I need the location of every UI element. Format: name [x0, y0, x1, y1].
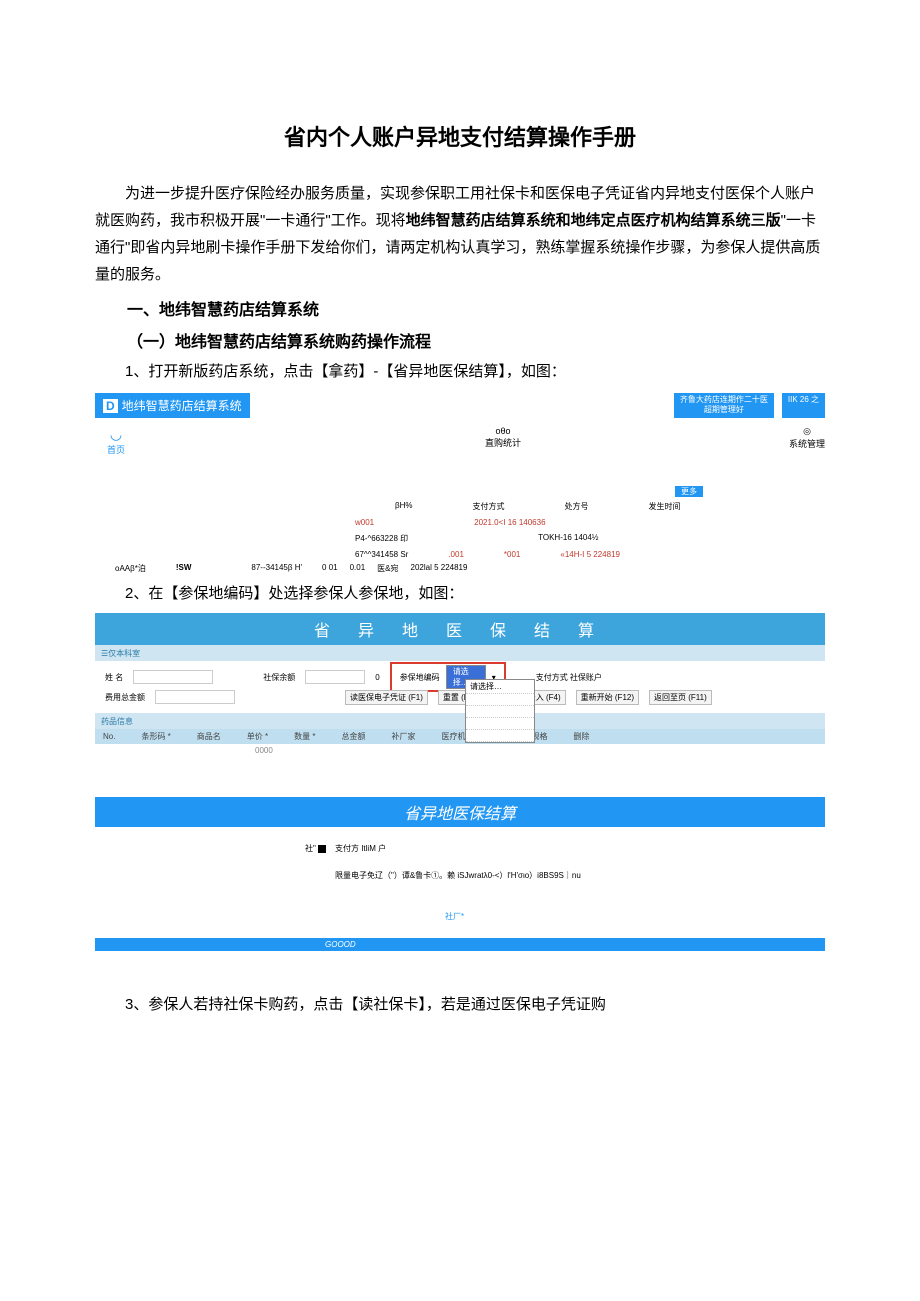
bar-label-2: 药品信息	[101, 716, 133, 727]
footer-bar: GOOOD	[95, 938, 825, 951]
form-row-1: 姓 名 社保余额 0 参保地编码 请选择… ▾ 支付方式 社保账户	[105, 667, 815, 687]
shop-info-line2: 超期管理好	[680, 405, 768, 415]
home-label: 首页	[107, 445, 125, 455]
col-name: 商品名	[197, 731, 221, 742]
screenshot-1: D 地纬智慧药店结算系统 齐鲁大药店连期作二十医 超期管理好 IIK 26 之 ◡…	[95, 393, 825, 574]
restart-button[interactable]: 重新开始 (F12)	[576, 690, 639, 705]
cell: 202lal 5 224819	[411, 563, 468, 574]
col-price: 单价 *	[247, 731, 268, 742]
hall-text: 社厂*	[445, 911, 825, 922]
section-bar-basic: ☰ 仅本科室	[95, 645, 825, 661]
step-2: 2、在【参保地编码】处选择参保人参保地，如图：	[95, 580, 825, 607]
insloc-option[interactable]	[466, 730, 534, 742]
bar-icon: ☰	[101, 649, 108, 658]
cell: w001	[355, 518, 374, 527]
col-time: 发生时间	[649, 501, 681, 512]
sysmgmt-label: 系统管理	[789, 437, 825, 450]
back-button[interactable]: 返回至页 (F11)	[649, 690, 712, 705]
doc-title: 省内个人账户异地支付结算操作手册	[95, 120, 825, 152]
cell: 医&宛	[377, 563, 398, 574]
subsection-1-heading: （一）地纬智慧药店结算系统购药操作流程	[95, 328, 825, 352]
pay-text: 支付方 ItliM 户	[335, 844, 386, 853]
stats-label: 直购统计	[485, 436, 521, 449]
cell: 0 01	[322, 563, 338, 574]
read-elec-button[interactable]: 读医保电子凭证 (F1)	[345, 690, 428, 705]
insloc-label: 参保地编码	[400, 672, 440, 683]
col-pay: 支付方式	[473, 501, 505, 512]
insloc-options-popup[interactable]: 请选择…	[465, 679, 535, 743]
balance-label: 社保余额	[263, 672, 295, 683]
more-button-wrap: 更多	[675, 486, 825, 497]
step-1: 1、打开新版药店系统，点击【拿药】-【省异地医保结算】，如图：	[95, 358, 825, 385]
records-table: βH% 支付方式 处方号 发生时间 w001 2021.0<I 16 14063…	[95, 501, 825, 559]
form-row-2: 费用总金额 读医保电子凭证 (F1) 重置 (F3) 无病例登录入 (F4) 重…	[105, 687, 815, 707]
app-banner-text: 地纬智慧药店结算系统	[122, 399, 242, 413]
cell: TOKH-16 1404½	[538, 533, 598, 544]
screenshot-3: 省异地医保结算 社" 支付方 ItliM 户 限量电子免辽（"）谭&鲁卡①。赖 …	[95, 797, 825, 951]
cell: 87--34145β H'	[251, 563, 302, 574]
cell: «14H-I 5 224819	[560, 550, 620, 559]
sb-text: 社"	[305, 844, 316, 853]
col-code: 条形码 *	[141, 731, 170, 742]
insloc-option[interactable]	[466, 694, 534, 706]
hint-line: 限量电子免辽（"）谭&鲁卡①。赖 iSJwratλ0-<）l'H'σιο）i8B…	[335, 870, 825, 881]
insloc-option[interactable]	[466, 718, 534, 730]
records-header: βH% 支付方式 处方号 发生时间	[395, 501, 825, 512]
table-row: P4-^663228 印 TOKH-16 1404½	[355, 533, 825, 544]
section-bar-drugs: 药品信息	[95, 713, 825, 729]
pay-line: 社" 支付方 ItliM 户	[305, 843, 825, 854]
pay-label: 支付方式 社保账户	[536, 672, 602, 683]
home-icon: ◡	[107, 426, 125, 443]
shop-info-line1: 齐鲁大药店连期作二十医	[680, 395, 768, 405]
app-logo-d: D	[103, 399, 118, 413]
dialog-title: 省 异 地 医 保 结 算	[95, 613, 825, 645]
table-footer-row: oAAβ*泊 !SW 87--34145β H' 0 01 0.01 医&宛 2…	[95, 563, 825, 574]
dialog-title-3: 省异地医保结算	[95, 797, 825, 827]
step-3: 3、参保人若持社保卡购药，点击【读社保卡】，若是通过医保电子凭证购	[95, 991, 825, 1018]
sysmgmt-nav[interactable]: ◎ 系统管理	[789, 426, 825, 456]
app-banner: D 地纬智慧药店结算系统	[95, 393, 250, 418]
sample-row: 0000	[95, 744, 825, 757]
drug-table-header: No. 条形码 * 商品名 单价 * 数量 * 总金额 补厂家 医疗机构项目名称…	[95, 729, 825, 744]
cell: .001	[448, 550, 464, 559]
table-row: 67^^341458 Sr .001 *001 «14H-I 5 224819	[355, 550, 825, 559]
name-label: 姓 名	[105, 672, 123, 683]
total-input[interactable]	[155, 690, 235, 704]
col-mfr: 补厂家	[391, 731, 415, 742]
shop-info-box: 齐鲁大药店连期作二十医 超期管理好	[674, 393, 774, 418]
bar-label: 仅本科室	[108, 648, 140, 659]
col-amt: 总金额	[341, 731, 365, 742]
table-row: w001 2021.0<I 16 140636	[355, 518, 825, 527]
balance-value: 0	[375, 673, 379, 682]
screenshot-2: 省 异 地 医 保 结 算 ☰ 仅本科室 姓 名 社保余额 0 参保地编码 请选…	[95, 613, 825, 757]
cell: 67^^341458 Sr	[355, 550, 408, 559]
more-button[interactable]: 更多	[675, 486, 703, 497]
col-del: 删除	[573, 731, 589, 742]
col-rx: 处方号	[565, 501, 589, 512]
intro-paragraph: 为进一步提升医疗保险经办服务质量，实现参保职工用社保卡和医保电子凭证省内异地支付…	[95, 180, 825, 288]
insloc-option[interactable]: 请选择…	[466, 680, 534, 694]
col-qty: 数量 *	[294, 731, 315, 742]
balance-input[interactable]	[305, 670, 365, 684]
square-icon	[318, 845, 326, 853]
version-box: IIK 26 之	[782, 393, 825, 418]
cell: P4-^663228 印	[355, 533, 408, 544]
stats-icon: oθo	[485, 426, 521, 436]
col-bh: βH%	[395, 501, 413, 512]
cell: !SW	[176, 563, 192, 574]
col-no: No.	[103, 732, 115, 741]
cell: 0.01	[350, 563, 366, 574]
section-1-heading: 一、地纬智慧药店结算系统	[95, 296, 825, 320]
intro-text-bold: 地纬智慧药店结算系统和地纬定点医疗机构结算系统三版	[406, 212, 781, 229]
home-nav[interactable]: ◡ 首页	[107, 426, 125, 456]
stats-nav[interactable]: oθo 直购统计	[485, 426, 521, 456]
name-input[interactable]	[133, 670, 213, 684]
cell: 2021.0<I 16 140636	[474, 518, 545, 527]
cell: oAAβ*泊	[115, 563, 146, 574]
insloc-option[interactable]	[466, 706, 534, 718]
total-label: 费用总金额	[105, 692, 145, 703]
cell: *001	[504, 550, 520, 559]
gear-icon: ◎	[789, 426, 825, 437]
